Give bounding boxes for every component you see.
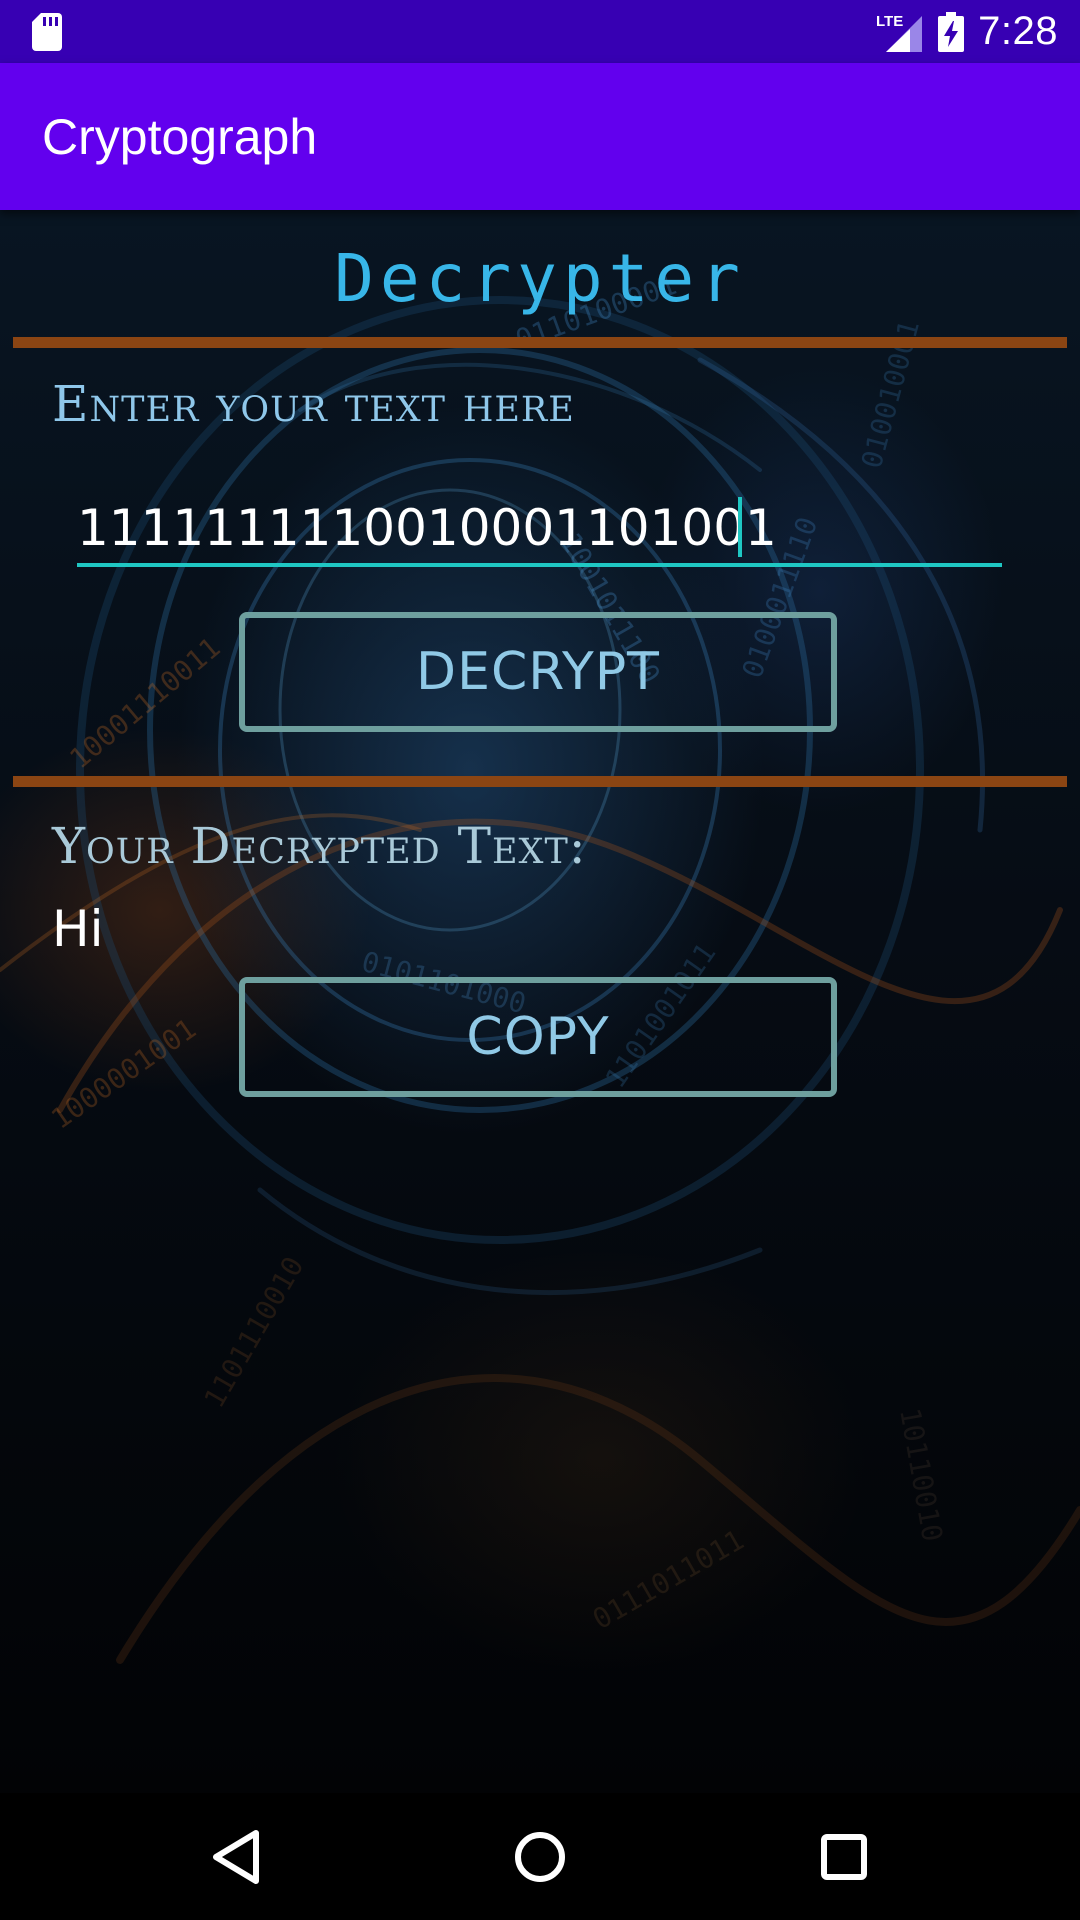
svg-text:10110010: 10110010 [893, 1405, 949, 1544]
svg-text:1101110010: 1101110010 [197, 1251, 310, 1413]
copy-button[interactable]: COPY [239, 977, 837, 1097]
home-icon[interactable] [504, 1821, 576, 1893]
text-cursor [738, 497, 742, 557]
app-bar: Cryptograph [0, 63, 1080, 210]
status-icons: LTE 7:28 [876, 0, 1058, 63]
input-label: Enter your text here [52, 375, 575, 433]
output-label: Your Decrypted Text: [52, 817, 587, 875]
recents-icon[interactable] [808, 1821, 880, 1893]
svg-text:0111011011: 0111011011 [587, 1523, 749, 1636]
sd-card-icon [32, 13, 62, 51]
clock: 7:28 [978, 9, 1058, 53]
page-title: Decrypter [334, 240, 746, 317]
back-icon[interactable] [200, 1821, 272, 1893]
screen: LTE 7:28 Cryptograph 0110100001 10010111… [0, 0, 1080, 1920]
decrypted-text: Hi [52, 900, 104, 958]
app-title: Cryptograph [42, 108, 318, 165]
divider [13, 337, 1067, 348]
status-bar: LTE 7:28 [0, 0, 1080, 63]
navigation-bar [0, 1793, 1080, 1920]
lte-signal-icon: LTE [876, 13, 923, 52]
decrypt-button[interactable]: DECRYPT [239, 612, 837, 732]
content-area: 0110100001 1001011100 0100011110 1000111… [0, 210, 1080, 1793]
svg-text:LTE: LTE [876, 13, 903, 30]
cipher-text-input[interactable] [77, 493, 1002, 567]
battery-charging-icon [938, 11, 965, 52]
divider [13, 776, 1067, 787]
